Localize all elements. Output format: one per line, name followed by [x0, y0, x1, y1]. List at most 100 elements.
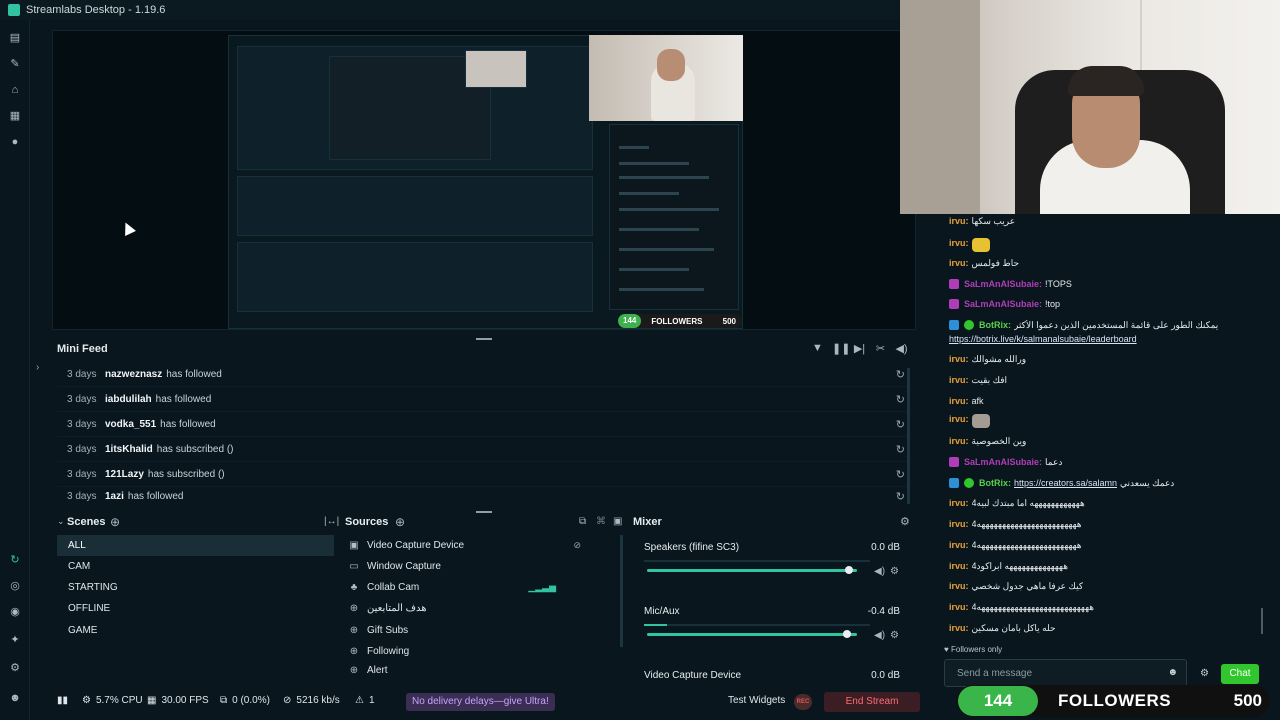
- add-source-icon[interactable]: ⊕: [395, 515, 405, 529]
- stream-preview[interactable]: 144 FOLLOWERS 500: [52, 30, 916, 330]
- filter-icon[interactable]: ▼: [811, 342, 824, 355]
- store-icon[interactable]: ⌂: [9, 84, 21, 96]
- source-item[interactable]: ⊕ Following: [347, 641, 613, 662]
- chat-username[interactable]: SaLmAnAlSubaie:: [964, 457, 1042, 467]
- scene-item-starting[interactable]: STARTING: [57, 577, 334, 598]
- chat-username[interactable]: SaLmAnAlSubaie:: [964, 279, 1042, 289]
- volume-slider[interactable]: [647, 630, 857, 638]
- webcam-wall-shadow: [900, 0, 980, 214]
- source-item[interactable]: ⊕ Gift Subs: [347, 620, 613, 641]
- chat-input[interactable]: Send a message ☻: [944, 659, 1187, 687]
- chat-username[interactable]: SaLmAnAlSubaie:: [964, 299, 1042, 309]
- sources-title: Sources: [345, 516, 389, 528]
- chat-username[interactable]: BotRix:: [979, 320, 1011, 330]
- record-icon[interactable]: ●: [9, 136, 21, 148]
- mute-icon[interactable]: ◀): [874, 630, 885, 641]
- emoji-icon[interactable]: ☻: [1167, 667, 1178, 678]
- mixer-settings-icon[interactable]: ⚙: [900, 515, 910, 528]
- source-folder-icon[interactable]: ⧉: [579, 516, 586, 527]
- chat-message: irvu: 4ههههههههههههههههههههههههه: [949, 519, 1269, 530]
- scene-item-cam[interactable]: CAM: [57, 556, 334, 577]
- mute-alerts-icon[interactable]: ✂: [874, 342, 887, 355]
- rec-button[interactable]: REC: [794, 694, 812, 710]
- source-item[interactable]: ⊕ هدف المتابعين: [347, 598, 613, 619]
- chat-username[interactable]: irvu:: [949, 216, 969, 226]
- expand-panel-icon[interactable]: ›: [36, 362, 39, 373]
- scene-item-offline[interactable]: OFFLINE: [57, 598, 334, 619]
- highlighter-icon[interactable]: ↻: [9, 554, 21, 566]
- chat-username[interactable]: irvu:: [949, 375, 969, 385]
- replay-icon[interactable]: ↻: [896, 443, 905, 456]
- profile-icon[interactable]: ☻: [9, 692, 21, 704]
- slider-knob[interactable]: [842, 630, 851, 638]
- source-properties-icon[interactable]: ▣: [613, 516, 622, 527]
- replay-icon[interactable]: ↻: [896, 418, 905, 431]
- chat-username[interactable]: irvu:: [949, 519, 969, 529]
- chat-username[interactable]: irvu:: [949, 258, 969, 268]
- slider-knob[interactable]: [844, 566, 853, 574]
- notifications[interactable]: ⚠ 1: [355, 695, 375, 706]
- settings-icon[interactable]: ⚙: [9, 662, 21, 674]
- scene-item-game[interactable]: GAME: [57, 620, 334, 641]
- effects-icon[interactable]: ✦: [9, 634, 21, 646]
- chat-username[interactable]: irvu:: [949, 602, 969, 612]
- scene-item-all[interactable]: ALL: [57, 535, 334, 556]
- replay-icon[interactable]: ↻: [896, 368, 905, 381]
- scene-transitions-icon[interactable]: |↔|: [324, 516, 339, 527]
- stats-chart-icon[interactable]: ▮▮: [57, 695, 68, 706]
- mute-icon[interactable]: ◀): [874, 566, 885, 577]
- end-stream-button[interactable]: End Stream: [824, 692, 920, 712]
- chat-username[interactable]: irvu:: [949, 436, 969, 446]
- chat-username[interactable]: BotRix:: [979, 478, 1011, 488]
- replay-icon[interactable]: ↻: [896, 393, 905, 406]
- channel-settings-icon[interactable]: ⚙: [890, 566, 899, 577]
- collapse-scenes-icon[interactable]: ⌄: [57, 516, 65, 527]
- preview-followers-count: 144: [618, 314, 642, 328]
- chat-send-button[interactable]: Chat: [1221, 664, 1259, 684]
- followers-only-label: Followers only: [950, 645, 1003, 654]
- volume-slider[interactable]: [647, 566, 857, 574]
- volume-icon[interactable]: ◀): [895, 342, 908, 355]
- dashboard-icon[interactable]: ◉: [9, 606, 21, 618]
- pause-icon[interactable]: ❚❚: [832, 342, 850, 355]
- resize-handle[interactable]: [476, 511, 492, 513]
- chat-username[interactable]: irvu:: [949, 540, 969, 550]
- themes-icon[interactable]: ✎: [9, 58, 21, 70]
- chat-username[interactable]: irvu:: [949, 414, 969, 424]
- studio-icon[interactable]: ◎: [9, 580, 21, 592]
- chat-link[interactable]: https://creators.sa/salamn: [1014, 478, 1117, 488]
- mixer-channel: Video Capture Device 0.0 dB: [636, 670, 908, 680]
- source-item[interactable]: ▣ Video Capture Device ⊘: [347, 535, 613, 556]
- chat-username[interactable]: irvu:: [949, 238, 969, 248]
- chat-panel: irvu: عريب سكها irvu: irvu: حاط فولمس SaLm…: [938, 214, 1280, 720]
- chat-username[interactable]: irvu:: [949, 396, 969, 406]
- chat-username[interactable]: irvu:: [949, 581, 969, 591]
- chat-username[interactable]: irvu:: [949, 623, 969, 633]
- hidden-eye-icon[interactable]: ⊘: [573, 540, 581, 551]
- chat-link[interactable]: https://botrix.live/k/salmanalsubaie/lea…: [949, 334, 1137, 344]
- ultra-promo-button[interactable]: No delivery delays—give Ultra!: [406, 693, 555, 711]
- replay-icon[interactable]: ↻: [896, 468, 905, 481]
- source-link-icon[interactable]: ⌘: [596, 516, 606, 527]
- webcam-person-hair: [1068, 66, 1144, 96]
- chat-scrollbar[interactable]: [1261, 608, 1263, 634]
- source-item[interactable]: ⊕ Alert: [347, 663, 613, 677]
- source-item[interactable]: ▭ Window Capture: [347, 556, 613, 577]
- skip-icon[interactable]: ▶|: [853, 342, 866, 355]
- sources-scrollbar[interactable]: [620, 535, 623, 647]
- chat-settings-icon[interactable]: ⚙: [1200, 668, 1209, 679]
- mini-feed-scrollbar[interactable]: [907, 368, 910, 504]
- chat-username[interactable]: irvu:: [949, 561, 969, 571]
- layers-icon[interactable]: ▦: [9, 110, 21, 122]
- add-scene-icon[interactable]: ⊕: [110, 515, 120, 529]
- test-widgets-button[interactable]: Test Widgets: [728, 695, 785, 706]
- source-item[interactable]: ♣ Collab Cam ▁▂▃▅: [347, 577, 613, 598]
- editor-icon[interactable]: ▤: [9, 32, 21, 44]
- chat-username[interactable]: irvu:: [949, 498, 969, 508]
- chat-text: دعما: [1045, 457, 1063, 467]
- chat-username[interactable]: irvu:: [949, 354, 969, 364]
- chat-text: !TOPS: [1045, 279, 1072, 289]
- replay-icon[interactable]: ↻: [896, 490, 905, 503]
- source-label: Window Capture: [367, 561, 441, 572]
- channel-settings-icon[interactable]: ⚙: [890, 630, 899, 641]
